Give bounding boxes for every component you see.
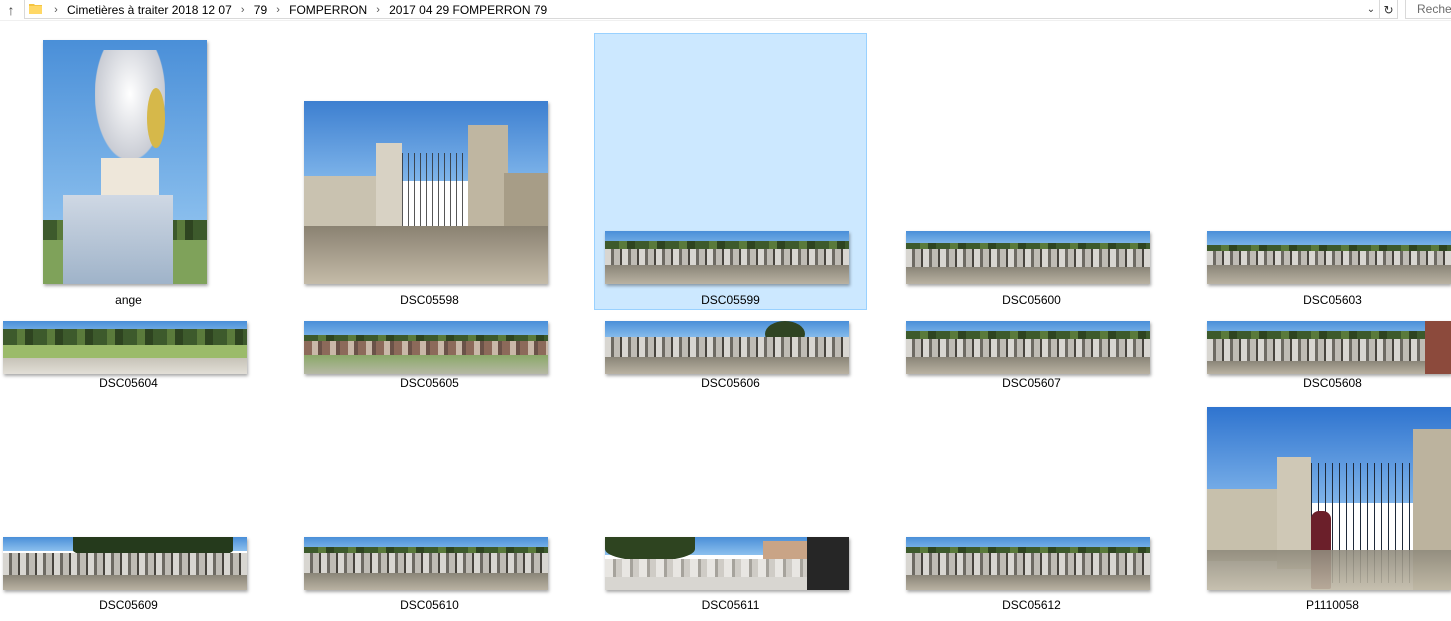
refresh-button[interactable]: ↻ (1379, 0, 1397, 19)
chevron-down-icon: ⌄ (1366, 4, 1376, 15)
search-placeholder: Recher (1417, 2, 1451, 16)
file-item[interactable]: DSC05603 (1197, 34, 1451, 310)
file-item[interactable]: DSC05607 (896, 315, 1167, 399)
arrow-up-icon: ↑ (7, 2, 15, 18)
file-name: DSC05599 (701, 293, 760, 307)
file-name: DSC05608 (1303, 376, 1362, 390)
thumbnail (304, 537, 548, 590)
file-name: DSC05598 (400, 293, 459, 307)
file-name: DSC05600 (1002, 293, 1061, 307)
chevron-right-icon[interactable]: › (238, 4, 248, 16)
file-item[interactable]: DSC05605 (294, 315, 565, 399)
thumbnail (1207, 231, 1451, 284)
breadcrumb[interactable]: › Cimetières à traiter 2018 12 07 › 79 ›… (24, 0, 1398, 19)
file-name: DSC05605 (400, 376, 459, 390)
file-item[interactable]: DSC05599 (594, 33, 867, 310)
address-dropdown-button[interactable]: ⌄ (1363, 0, 1379, 19)
refresh-icon: ↻ (1383, 2, 1394, 17)
thumbnail (1207, 321, 1451, 374)
file-item[interactable]: DSC05608 (1197, 315, 1451, 399)
file-item[interactable]: DSC05598 (294, 34, 565, 310)
thumbnail (3, 321, 247, 374)
file-name: DSC05612 (1002, 598, 1061, 612)
chevron-right-icon[interactable]: › (273, 4, 283, 16)
address-bar: ↑ › Cimetières à traiter 2018 12 07 › 79… (0, 0, 1451, 21)
file-item[interactable]: ange (0, 34, 264, 310)
breadcrumb-item[interactable]: 79 (252, 3, 269, 17)
file-name: DSC05610 (400, 598, 459, 612)
file-item[interactable]: DSC05609 (0, 404, 264, 616)
file-item[interactable]: DSC05612 (896, 404, 1167, 616)
thumbnail (1207, 407, 1451, 590)
thumbnail (906, 231, 1150, 284)
thumbnail (3, 537, 247, 590)
file-view: ange DSC05598 DSC05599 DSC05600 DSC05603… (0, 21, 1451, 621)
chevron-right-icon: › (54, 3, 58, 16)
thumbnail (906, 321, 1150, 374)
file-name: DSC05603 (1303, 293, 1362, 307)
thumbnail (304, 321, 548, 374)
file-name: P1110058 (1306, 598, 1359, 612)
chevron-right-icon[interactable]: › (373, 4, 383, 16)
file-item[interactable]: DSC05610 (294, 404, 565, 616)
file-item[interactable]: P1110058 (1197, 404, 1451, 616)
file-name: DSC05606 (701, 376, 760, 390)
file-name: DSC05611 (701, 598, 760, 612)
file-item[interactable]: DSC05606 (595, 315, 866, 399)
thumbnail (906, 537, 1150, 590)
breadcrumb-item[interactable]: FOMPERRON (287, 3, 369, 17)
file-name: DSC05609 (99, 598, 158, 612)
breadcrumb-item[interactable]: Cimetières à traiter 2018 12 07 (65, 3, 234, 17)
thumbnail (605, 231, 849, 284)
file-item[interactable]: DSC05604 (0, 315, 264, 399)
up-button[interactable]: ↑ (0, 0, 22, 20)
thumbnail (605, 537, 849, 590)
file-name: DSC05607 (1002, 376, 1061, 390)
thumbnail (605, 321, 849, 374)
file-name: ange (115, 293, 142, 307)
thumbnail (43, 40, 207, 284)
search-input[interactable]: Recher (1405, 0, 1451, 19)
file-item[interactable]: DSC05600 (896, 34, 1167, 310)
file-item[interactable]: DSC05611 (595, 404, 866, 616)
folder-icon (29, 4, 42, 14)
thumbnail (304, 101, 548, 284)
file-name: DSC05604 (99, 376, 158, 390)
breadcrumb-item[interactable]: 2017 04 29 FOMPERRON 79 (387, 3, 549, 17)
